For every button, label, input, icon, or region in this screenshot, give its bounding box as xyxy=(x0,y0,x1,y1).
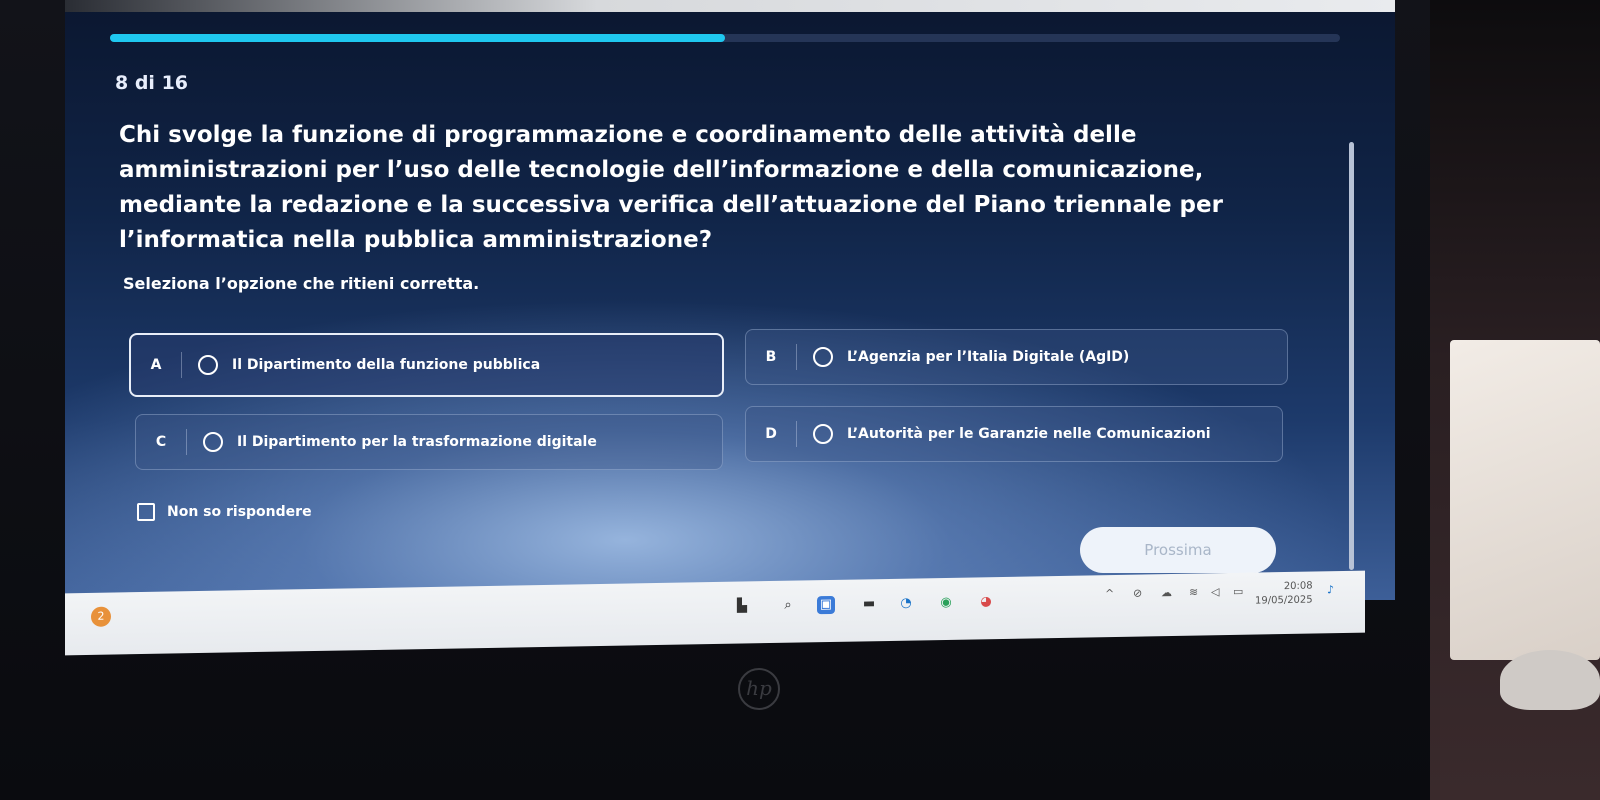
chrome-icon[interactable]: ◉ xyxy=(937,594,955,612)
progress-fill xyxy=(110,34,725,42)
scrollbar[interactable] xyxy=(1349,142,1354,570)
question-counter: 8 di 16 xyxy=(115,72,189,94)
checkbox-icon[interactable] xyxy=(137,503,155,521)
meet-now-icon[interactable]: ⊘ xyxy=(1133,587,1142,600)
battery-icon[interactable]: ▭ xyxy=(1233,585,1243,598)
clock-time: 20:08 xyxy=(1283,580,1313,593)
option-label: Il Dipartimento per la trasformazione di… xyxy=(237,434,597,450)
task-view-icon[interactable]: ▣ xyxy=(817,595,835,615)
start-icon[interactable]: ▙ xyxy=(733,597,751,615)
dont-know-checkbox[interactable]: Non so rispondere xyxy=(137,503,312,521)
file-explorer-icon[interactable]: ▬ xyxy=(860,595,878,613)
clock-date: 19/05/2025 xyxy=(1255,594,1313,607)
volume-icon[interactable]: ◁ xyxy=(1211,585,1219,598)
dont-know-label: Non so rispondere xyxy=(167,504,312,520)
hp-logo: hp xyxy=(738,668,780,710)
option-label: Il Dipartimento della funzione pubblica xyxy=(232,357,541,373)
instruction-text: Seleziona l’opzione che ritieni corretta… xyxy=(123,274,480,293)
option-letter: B xyxy=(746,344,797,370)
edge-icon[interactable]: ◔ xyxy=(897,595,915,613)
search-icon[interactable]: ⌕ xyxy=(779,597,797,615)
option-letter: D xyxy=(746,421,797,447)
taskbar-clock[interactable]: 20:08 19/05/2025 xyxy=(1255,580,1313,609)
browser-top-strip xyxy=(65,0,1395,12)
screen: 8 di 16 Chi svolge la funzione di progra… xyxy=(65,0,1395,600)
radio-icon[interactable] xyxy=(203,432,223,452)
option-a[interactable]: A Il Dipartimento della funzione pubblic… xyxy=(129,333,724,397)
option-label: L’Autorità per le Garanzie nelle Comunic… xyxy=(847,426,1211,442)
radio-icon[interactable] xyxy=(813,424,833,444)
option-d[interactable]: D L’Autorità per le Garanzie nelle Comun… xyxy=(745,406,1283,462)
question-text: Chi svolge la funzione di programmazione… xyxy=(119,122,1223,253)
wifi-icon[interactable]: ≋ xyxy=(1189,586,1198,599)
option-c[interactable]: C Il Dipartimento per la trasformazione … xyxy=(135,414,723,470)
notification-badge[interactable]: 2 xyxy=(91,606,111,627)
radio-icon[interactable] xyxy=(813,347,833,367)
background-box xyxy=(1450,340,1600,660)
background-mouse xyxy=(1500,650,1600,710)
option-letter: C xyxy=(136,429,187,455)
cloud-icon[interactable]: ☁ xyxy=(1161,586,1172,599)
radio-icon[interactable] xyxy=(198,355,218,375)
chevron-up-icon[interactable]: ^ xyxy=(1105,587,1114,600)
app-icon[interactable]: ◕ xyxy=(977,593,995,611)
option-letter: A xyxy=(131,352,182,378)
next-button[interactable]: Prossima xyxy=(1080,527,1276,573)
option-b[interactable]: B L’Agenzia per l’Italia Digitale (AgID) xyxy=(745,329,1288,385)
option-label: L’Agenzia per l’Italia Digitale (AgID) xyxy=(847,349,1130,365)
bell-icon[interactable]: ♪ xyxy=(1327,583,1334,596)
progress-bar xyxy=(110,34,1340,42)
